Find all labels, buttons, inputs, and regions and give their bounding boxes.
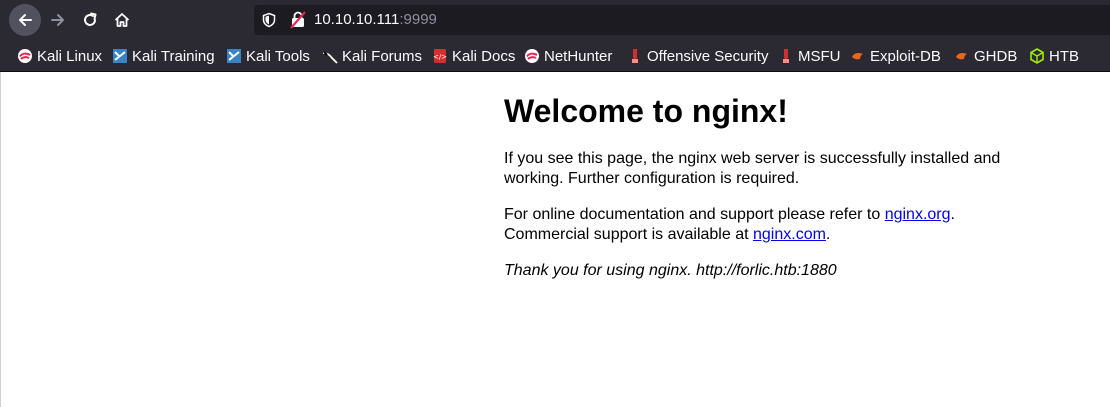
kali-tools-icon	[226, 48, 242, 64]
browser-chrome: 10.10.10.111:9999 Kali Linux Kali Traini…	[0, 0, 1110, 72]
page-content: Welcome to nginx! If you see this page, …	[504, 72, 1064, 281]
bookmark-htb[interactable]: HTB	[1029, 46, 1079, 66]
bookmark-ghdb[interactable]: GHDB	[954, 46, 1017, 66]
address-bar[interactable]: 10.10.10.111:9999	[254, 5, 1110, 35]
support-paragraph: For online documentation and support ple…	[504, 206, 955, 243]
home-icon	[114, 13, 130, 27]
intro-paragraph: If you see this page, the nginx web serv…	[504, 150, 1001, 187]
ghdb-icon	[954, 48, 970, 64]
url-host: 10.10.10.111	[314, 11, 400, 28]
exploit-db-icon	[850, 48, 866, 64]
bookmark-kali-training[interactable]: Kali Training	[112, 46, 215, 66]
bookmark-exploit-db[interactable]: Exploit-DB	[850, 46, 941, 66]
kali-training-icon	[112, 48, 128, 64]
home-button[interactable]	[106, 4, 138, 36]
bookmark-nethunter[interactable]: NetHunter	[524, 46, 612, 66]
back-button[interactable]	[9, 4, 41, 36]
page-title: Welcome to nginx!	[504, 93, 788, 129]
offsec-icon	[627, 48, 643, 64]
forward-button[interactable]	[42, 4, 74, 36]
kali-forums-icon	[322, 48, 338, 64]
reload-icon	[84, 12, 97, 26]
bookmark-kali-docs[interactable]: </> Kali Docs	[432, 46, 515, 66]
thanks-paragraph: Thank you for using nginx. http://forlic…	[504, 262, 837, 279]
kali-icon	[17, 48, 33, 64]
url-port: :9999	[399, 11, 437, 28]
insecure-lock-icon[interactable]	[290, 11, 306, 29]
nginx-com-link[interactable]: nginx.com	[753, 226, 826, 243]
htb-icon	[1029, 48, 1045, 64]
bookmarks-toolbar: Kali Linux Kali Training Kali Tools Kali…	[0, 42, 1110, 70]
bookmark-kali-linux[interactable]: Kali Linux	[17, 46, 102, 66]
nginx-org-link[interactable]: nginx.org	[885, 206, 951, 223]
navigation-toolbar: 10.10.10.111:9999	[0, 0, 1110, 40]
bookmark-kali-forums[interactable]: Kali Forums	[322, 46, 422, 66]
viewport-edge	[0, 72, 1, 407]
nethunter-icon	[524, 48, 540, 64]
arrow-right-icon	[51, 14, 64, 26]
tracking-protection-shield-icon[interactable]	[262, 12, 276, 28]
reload-button[interactable]	[74, 4, 106, 36]
url-text[interactable]: 10.10.10.111:9999	[314, 11, 437, 28]
kali-docs-icon: </>	[432, 48, 448, 64]
svg-text:</>: </>	[433, 53, 447, 61]
bookmark-kali-tools[interactable]: Kali Tools	[226, 46, 310, 66]
arrow-left-icon	[19, 14, 32, 26]
bookmark-offensive-security[interactable]: Offensive Security	[627, 46, 768, 66]
bookmark-msfu[interactable]: MSFU	[778, 46, 841, 66]
msfu-icon	[778, 48, 794, 64]
